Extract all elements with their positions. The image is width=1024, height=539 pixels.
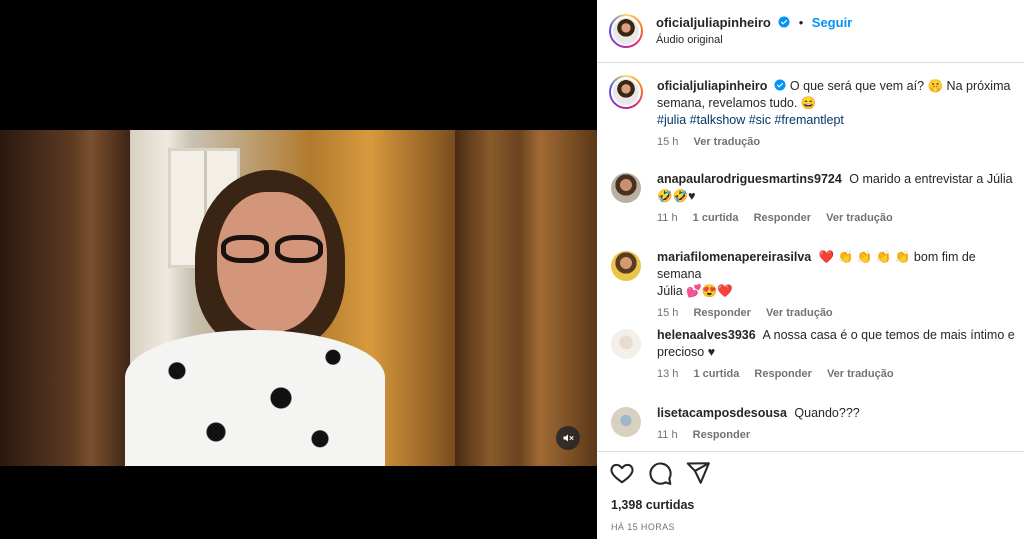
- comment-item: lisetacamposdesousa Quando??? 11 h Respo…: [611, 405, 1016, 451]
- see-translation-button[interactable]: Ver tradução: [826, 212, 893, 224]
- comment-username[interactable]: helenaalves3936: [657, 328, 756, 342]
- caption: oficialjuliapinheiro O que será que vem …: [609, 75, 1017, 155]
- comment-time[interactable]: 11 h: [657, 212, 678, 224]
- comment-time[interactable]: 11 h: [657, 429, 678, 441]
- verified-badge-icon: [774, 79, 786, 91]
- reply-button[interactable]: Responder: [693, 307, 750, 319]
- author-username[interactable]: oficialjuliapinheiro: [656, 15, 771, 30]
- caption-time[interactable]: 15 h: [657, 136, 678, 148]
- media-area: [0, 0, 597, 539]
- caption-hashtags[interactable]: #julia #talkshow #sic #fremantlept: [657, 112, 1017, 129]
- reply-button[interactable]: Responder: [693, 429, 750, 441]
- person-blouse: [125, 330, 385, 466]
- caption-text-line2: semana, revelamos tudo. 😄: [657, 96, 817, 110]
- person-glasses: [215, 235, 331, 265]
- see-translation-button[interactable]: Ver tradução: [827, 368, 894, 380]
- post-header: oficialjuliapinheiro • Seguir Áudio orig…: [597, 0, 1024, 63]
- comment-icon[interactable]: [647, 460, 673, 486]
- video-door-right: [455, 130, 597, 466]
- post-actions: 1,398 curtidas HÁ 15 HORAS: [597, 451, 1024, 539]
- see-translation-button[interactable]: Ver tradução: [766, 307, 833, 319]
- post-timestamp[interactable]: HÁ 15 HORAS: [611, 522, 675, 532]
- comment-time[interactable]: 15 h: [657, 307, 678, 319]
- comment-text-line2: Júlia 💕😍❤️: [657, 284, 733, 298]
- heart-icon[interactable]: [609, 460, 635, 486]
- commenter-avatar[interactable]: [611, 251, 641, 281]
- follow-button[interactable]: Seguir: [812, 15, 852, 30]
- caption-avatar[interactable]: [609, 75, 643, 109]
- commenter-avatar[interactable]: [611, 329, 641, 359]
- comment-text: O marido a entrevistar a Júlia: [849, 172, 1013, 186]
- comment-item: helenaalves3936 A nossa casa é o que tem…: [611, 327, 1016, 397]
- comment-text-line2: 🤣🤣♥: [657, 189, 696, 203]
- caption-text-line1: O que será que vem aí? 🤫 Na próxima: [789, 79, 1011, 93]
- comment-text: Quando???: [794, 406, 860, 420]
- share-icon[interactable]: [685, 460, 711, 486]
- comment-username[interactable]: lisetacamposdesousa: [657, 406, 787, 420]
- separator-dot: •: [798, 15, 804, 30]
- comment-time[interactable]: 13 h: [657, 368, 678, 380]
- reply-button[interactable]: Responder: [754, 368, 811, 380]
- reply-button[interactable]: Responder: [754, 212, 811, 224]
- commenter-avatar[interactable]: [611, 407, 641, 437]
- caption-username[interactable]: oficialjuliapinheiro: [657, 79, 767, 93]
- caption-see-translation[interactable]: Ver tradução: [693, 136, 760, 148]
- commenter-avatar[interactable]: [611, 173, 641, 203]
- comment-likes[interactable]: 1 curtida: [693, 212, 739, 224]
- comment-likes[interactable]: 1 curtida: [693, 368, 739, 380]
- likes-count[interactable]: 1,398 curtidas: [611, 498, 694, 512]
- audio-label[interactable]: Áudio original: [656, 34, 723, 46]
- post-panel: oficialjuliapinheiro • Seguir Áudio orig…: [597, 0, 1024, 539]
- video-person: [125, 170, 385, 466]
- muted-speaker-icon[interactable]: [556, 426, 580, 450]
- comment-text-line2: precioso ♥: [657, 345, 716, 359]
- reel-video[interactable]: [0, 130, 597, 466]
- comment-username[interactable]: anapaularodriguesmartins9724: [657, 172, 842, 186]
- author-avatar[interactable]: [609, 14, 643, 48]
- comment-item: anapaularodriguesmartins9724 O marido a …: [611, 171, 1016, 241]
- comments-list: oficialjuliapinheiro O que será que vem …: [597, 63, 1024, 451]
- comment-text: A nossa casa é o que temos de mais íntim…: [762, 328, 1015, 342]
- comment-username[interactable]: mariafilomenapereirasilva: [657, 250, 811, 264]
- video-door-left: [0, 130, 130, 466]
- comment-item: mariafilomenapereirasilva ❤️ 👏 👏 👏 👏 bom…: [611, 249, 1016, 319]
- verified-badge-icon: [778, 16, 790, 28]
